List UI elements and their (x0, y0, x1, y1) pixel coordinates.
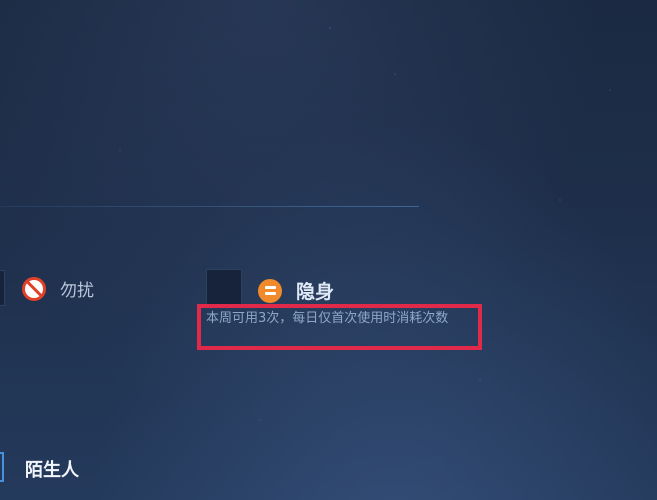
do-not-disturb-label: 勿扰 (60, 281, 94, 301)
stranger-group-label[interactable]: 陌生人 (25, 456, 79, 482)
invisible-label: 隐身 (296, 281, 335, 303)
invisible-checkbox[interactable] (206, 269, 242, 305)
invisible-icon (258, 278, 282, 303)
option-invisible[interactable]: 隐身 (258, 277, 334, 304)
do-not-disturb-icon (22, 276, 46, 301)
invisible-tip-text: 本周可用3次，每日仅首次使用时消耗次数 (206, 311, 449, 326)
stranger-group-marker[interactable] (0, 452, 4, 482)
starry-background (0, 0, 657, 500)
status-checkbox-partial[interactable] (0, 270, 5, 306)
option-do-not-disturb[interactable]: 勿扰 (22, 276, 94, 301)
section-divider (0, 206, 419, 207)
